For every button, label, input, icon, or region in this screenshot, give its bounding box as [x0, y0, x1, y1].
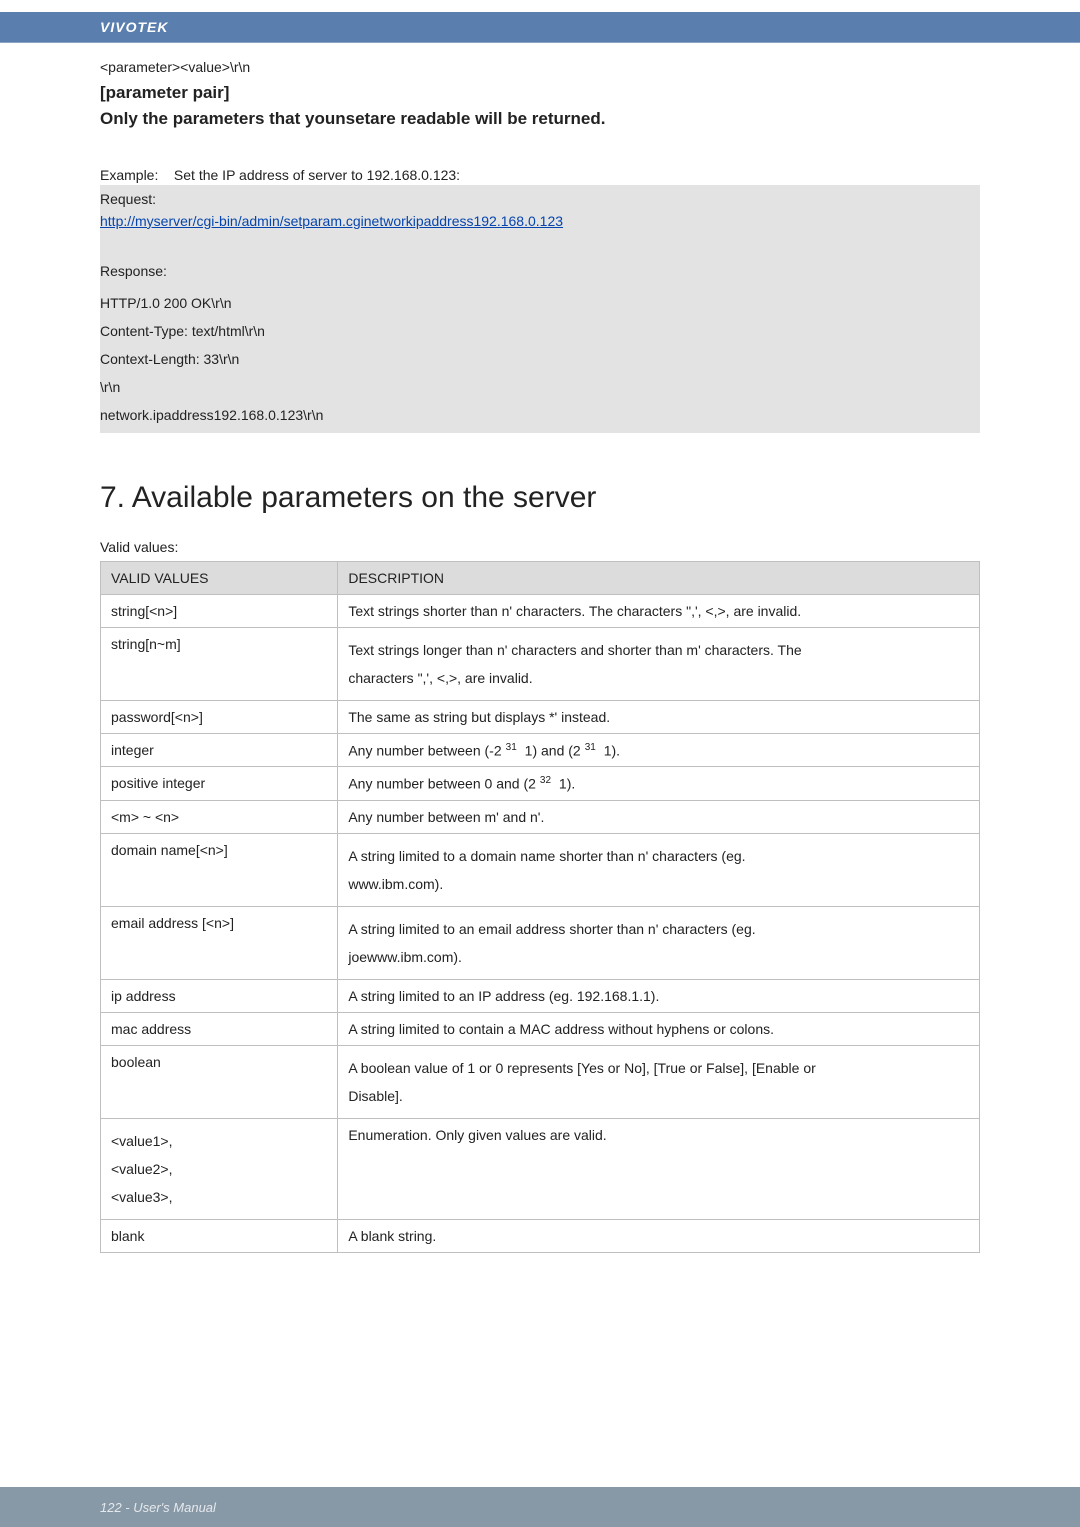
- cell-value: mac address: [101, 1013, 338, 1046]
- table-header-description: DESCRIPTION: [338, 561, 980, 594]
- cell-value: password[<n>]: [101, 700, 338, 733]
- response-line-0: HTTP/1.0 200 OK\r\n: [100, 289, 980, 317]
- cell-value: boolean: [101, 1046, 338, 1119]
- response-block: Response: HTTP/1.0 200 OK\r\n Content-Ty…: [100, 257, 980, 433]
- parameter-pair-heading: [parameter pair]: [100, 83, 980, 103]
- table-row: string[<n>] Text strings shorter than n'…: [101, 594, 980, 627]
- table-row: blank A blank string.: [101, 1220, 980, 1253]
- cell-value: blank: [101, 1220, 338, 1253]
- cell-desc: Any number between m' and n'.: [338, 801, 980, 834]
- table-row: password[<n>] The same as string but dis…: [101, 700, 980, 733]
- cell-value: ip address: [101, 980, 338, 1013]
- table-row: email address [<n>] A string limited to …: [101, 907, 980, 980]
- request-url-link[interactable]: http://myserver/cgi-bin/admin/setparam.c…: [100, 209, 980, 253]
- response-line-2: Context-Length: 33\r\n: [100, 345, 980, 373]
- table-row: domain name[<n>] A string limited to a d…: [101, 834, 980, 907]
- cell-desc: A blank string.: [338, 1220, 980, 1253]
- cell-desc: A string limited to contain a MAC addres…: [338, 1013, 980, 1046]
- response-line-3: \r\n: [100, 373, 980, 401]
- cell-value: <m> ~ <n>: [101, 801, 338, 834]
- table-row: <value1>, <value2>, <value3>, Enumeratio…: [101, 1119, 980, 1220]
- section-title: 7. Available parameters on the server: [100, 481, 980, 515]
- cell-value: positive integer: [101, 767, 338, 801]
- response-line-4: network.ipaddress192.168.0.123\r\n: [100, 401, 980, 429]
- page-footer: 122 - User's Manual: [100, 1500, 216, 1515]
- cell-desc: A string limited to an email address sho…: [338, 907, 980, 980]
- example-text: Set the IP address of server to 192.168.…: [174, 167, 460, 183]
- cell-desc: Any number between 0 and (232 1).: [338, 767, 980, 801]
- table-row: mac address A string limited to contain …: [101, 1013, 980, 1046]
- cell-desc: Text strings longer than n' characters a…: [338, 627, 980, 700]
- table-row: string[n~m] Text strings longer than n' …: [101, 627, 980, 700]
- cell-desc: A boolean value of 1 or 0 represents [Ye…: [338, 1046, 980, 1119]
- cell-value: domain name[<n>]: [101, 834, 338, 907]
- table-row: positive integer Any number between 0 an…: [101, 767, 980, 801]
- request-label: Request:: [100, 189, 980, 209]
- valid-values-table: VALID VALUES DESCRIPTION string[<n>] Tex…: [100, 561, 980, 1253]
- brand-label: VIVOTEK: [100, 19, 168, 35]
- cell-value: <value1>, <value2>, <value3>,: [101, 1119, 338, 1220]
- parameter-value-line: <parameter><value>\r\n: [100, 59, 980, 75]
- table-row: integer Any number between (-231 1) and …: [101, 733, 980, 767]
- cell-value: email address [<n>]: [101, 907, 338, 980]
- request-block: Request: http://myserver/cgi-bin/admin/s…: [100, 185, 980, 257]
- response-label: Response:: [100, 261, 980, 289]
- table-row: <m> ~ <n> Any number between m' and n'.: [101, 801, 980, 834]
- table-row: boolean A boolean value of 1 or 0 repres…: [101, 1046, 980, 1119]
- cell-value: string[n~m]: [101, 627, 338, 700]
- table-row: ip address A string limited to an IP add…: [101, 980, 980, 1013]
- cell-desc: A string limited to an IP address (eg. 1…: [338, 980, 980, 1013]
- cell-desc: Enumeration. Only given values are valid…: [338, 1119, 980, 1220]
- cell-value: integer: [101, 733, 338, 767]
- response-line-1: Content-Type: text/html\r\n: [100, 317, 980, 345]
- example-label: Example:: [100, 167, 158, 183]
- cell-desc: A string limited to a domain name shorte…: [338, 834, 980, 907]
- cell-desc: Text strings shorter than n' characters.…: [338, 594, 980, 627]
- cell-desc: Any number between (-231 1) and (231 1).: [338, 733, 980, 767]
- only-parameters-line: Only the parameters that younsetare read…: [100, 107, 980, 131]
- valid-values-label: Valid values:: [100, 539, 980, 555]
- cell-desc: The same as string but displays *' inste…: [338, 700, 980, 733]
- cell-value: string[<n>]: [101, 594, 338, 627]
- table-header-values: VALID VALUES: [101, 561, 338, 594]
